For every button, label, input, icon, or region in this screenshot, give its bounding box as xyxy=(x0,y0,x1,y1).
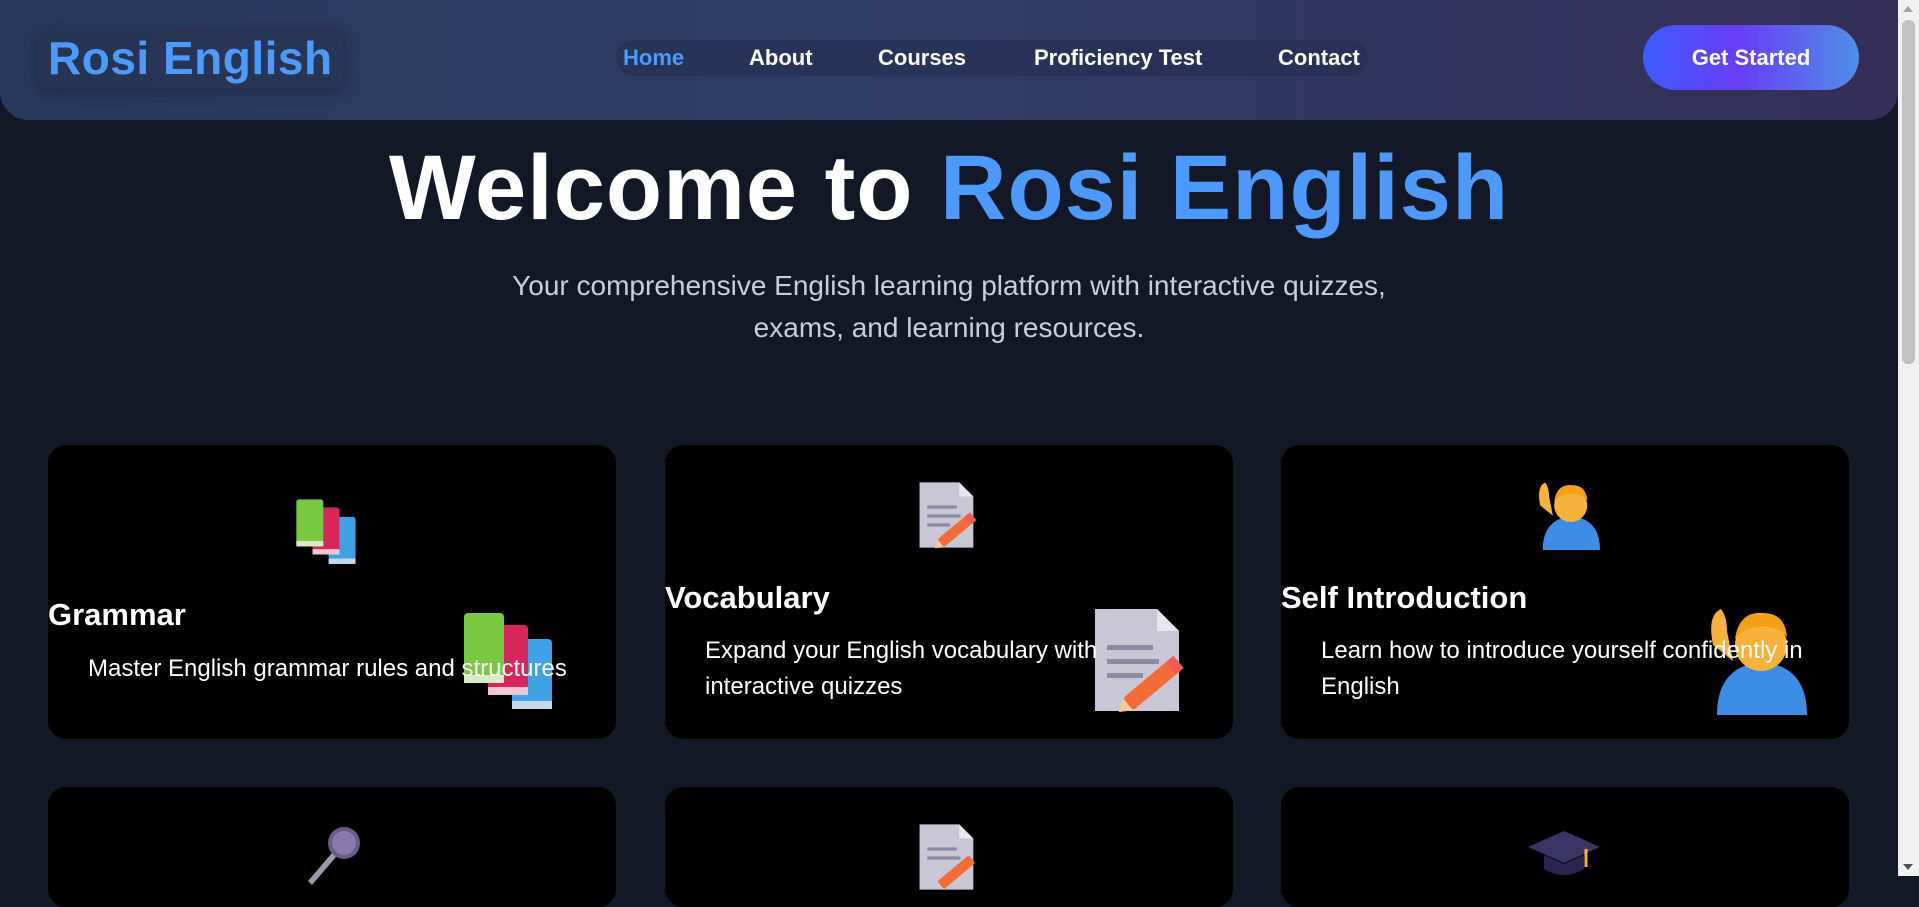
card-exams-partial[interactable] xyxy=(1281,787,1849,907)
card-title: Self Introduction xyxy=(1281,580,1528,615)
scroll-down-arrow-icon[interactable] xyxy=(1903,864,1913,870)
nav-link-proficiency-test[interactable]: Proficiency Test xyxy=(1034,44,1202,72)
person-raising-hand-icon xyxy=(1539,482,1600,550)
hero-subtitle-line-1: Your comprehensive English learning plat… xyxy=(512,270,1386,301)
memo-icon xyxy=(919,482,977,549)
nav-link-home[interactable]: Home xyxy=(623,44,684,72)
hero-subtitle: Your comprehensive English learning plat… xyxy=(440,265,1458,349)
page-scrollbar[interactable] xyxy=(1898,0,1919,876)
card-description: Expand your English vocabulary with inte… xyxy=(705,637,1098,700)
hero-subtitle-line-2: exams, and learning resources. xyxy=(753,312,1145,343)
books-icon xyxy=(296,499,356,564)
card-description: Master English grammar rules and structu… xyxy=(88,655,567,682)
microphone-icon xyxy=(308,827,360,885)
graduation-cap-icon xyxy=(1528,831,1600,875)
card-speaking-partial[interactable] xyxy=(48,787,616,907)
card-self-introduction[interactable]: Self Introduction Learn how to introduce… xyxy=(1281,445,1849,739)
nav-link-courses[interactable]: Courses xyxy=(878,44,966,72)
nav-link-contact[interactable]: Contact xyxy=(1278,44,1360,72)
card-grammar[interactable]: Grammar Master English grammar rules and… xyxy=(48,445,616,739)
card-second-row-partial[interactable] xyxy=(665,787,1233,907)
nav-link-about[interactable]: About xyxy=(749,44,813,72)
card-description: Learn how to introduce yourself confiden… xyxy=(1321,637,1803,700)
nav-menu xyxy=(616,40,1368,76)
brand-logo[interactable]: Rosi English xyxy=(38,28,343,88)
get-started-button[interactable]: Get Started xyxy=(1643,25,1859,90)
card-title: Grammar xyxy=(48,597,186,632)
card-vocabulary[interactable]: Vocabulary Expand your English vocabular… xyxy=(665,445,1233,739)
card-title: Vocabulary xyxy=(665,580,830,615)
navbar: Rosi English Home About Courses Proficie… xyxy=(0,0,1898,120)
hero-title: Welcome to Rosi English xyxy=(0,136,1898,241)
hero-title-accent: Rosi English xyxy=(940,137,1510,239)
scroll-up-arrow-icon[interactable] xyxy=(1903,6,1913,12)
hero-title-prefix: Welcome to xyxy=(388,137,914,239)
memo-icon xyxy=(919,824,975,890)
scrollbar-thumb[interactable] xyxy=(1902,20,1915,364)
